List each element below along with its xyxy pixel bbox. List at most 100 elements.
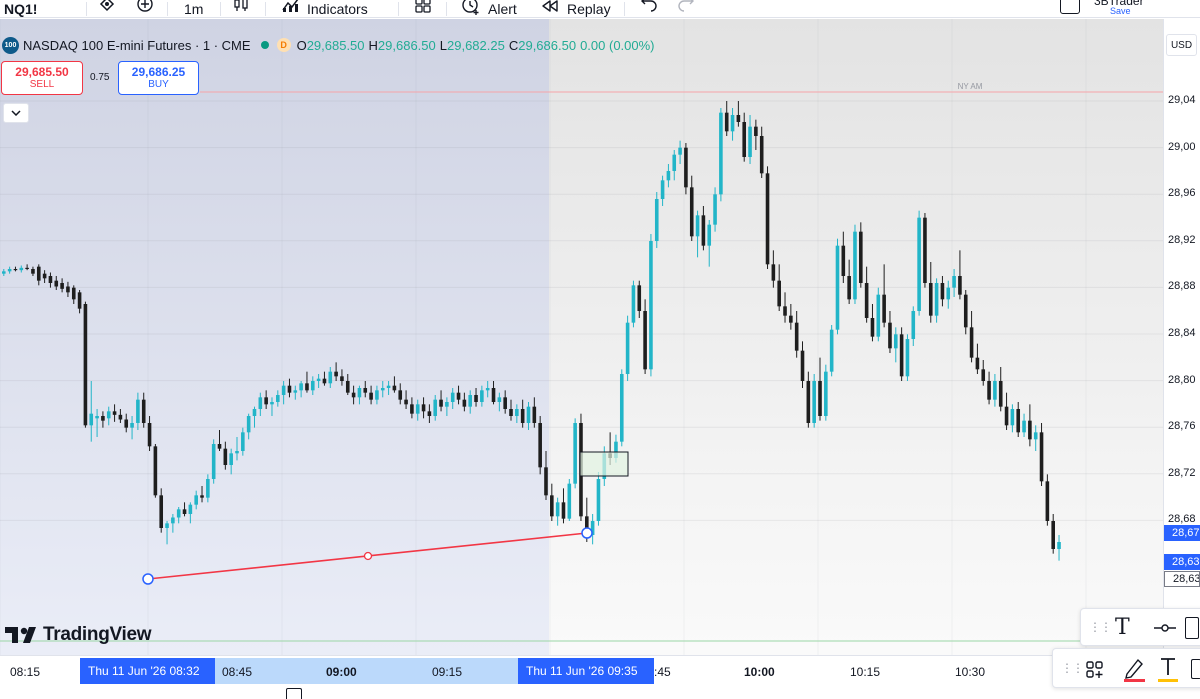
add-symbol-icon[interactable]: [136, 0, 154, 17]
candle-body: [141, 399, 146, 423]
candle-body: [176, 509, 181, 518]
drag-handle-icon[interactable]: ⋮⋮: [1089, 620, 1112, 634]
delayed-data-badge[interactable]: D: [276, 38, 291, 52]
chart-pane[interactable]: NY AM: [0, 19, 1200, 655]
candle-body: [923, 217, 927, 283]
trend-line-start-handle[interactable]: [142, 573, 154, 585]
time-tick-label: 08:15: [10, 665, 41, 679]
candle-body: [299, 383, 303, 391]
candle-body: [77, 292, 82, 309]
candle-body: [794, 322, 799, 351]
calendar-icon[interactable]: [286, 688, 302, 699]
change-value: 0.00 (0.00%): [580, 37, 655, 53]
candle-body: [433, 399, 438, 416]
candle-body: [812, 381, 816, 423]
close-value: 29,686.50: [518, 37, 577, 53]
candle-body: [468, 395, 472, 407]
candle-body: [1028, 420, 1032, 440]
pencil-color-icon[interactable]: [1123, 656, 1145, 682]
undo-icon[interactable]: [640, 0, 658, 17]
currency-button[interactable]: USD: [1166, 34, 1197, 56]
replay-button[interactable]: Replay: [567, 0, 611, 17]
alert-button[interactable]: Alert: [488, 0, 517, 17]
sell-button[interactable]: 29,685.50 SELL: [1, 61, 83, 95]
interval-button[interactable]: 1m: [184, 0, 203, 17]
candle-body: [684, 147, 688, 188]
candle-body: [153, 446, 158, 496]
candle-body: [748, 126, 752, 157]
layout-icon[interactable]: [1060, 0, 1080, 14]
candle-body: [806, 381, 811, 423]
toolbar-divider: [86, 2, 87, 16]
candles-icon[interactable]: [232, 0, 250, 17]
candle-body: [771, 264, 776, 281]
font-size-icon[interactable]: [1191, 659, 1200, 679]
candle-body: [60, 283, 64, 289]
redo-icon[interactable]: [677, 0, 695, 17]
candle-body: [596, 479, 601, 521]
candle-body: [258, 397, 263, 409]
indicators-icon[interactable]: [281, 0, 301, 17]
candle-body: [124, 419, 129, 428]
candle-body: [136, 399, 140, 423]
open-value: 29,685.50: [306, 37, 365, 53]
candle-body: [719, 112, 723, 195]
save-button[interactable]: Save: [1110, 6, 1131, 16]
drag-handle-icon[interactable]: ⋮⋮: [1061, 661, 1084, 675]
trend-line-midpoint-handle[interactable]: [363, 551, 373, 561]
high-value: 29,686.50: [377, 37, 436, 53]
candle-body: [666, 171, 671, 181]
trend-line-tool-icon[interactable]: [1153, 621, 1177, 635]
candle-body: [421, 404, 426, 412]
candle-body: [71, 287, 76, 300]
candle-body: [485, 388, 490, 391]
candle-body: [194, 495, 198, 505]
candle-body: [398, 390, 403, 400]
rectangle-drawing[interactable]: [579, 451, 629, 477]
candle-body: [42, 273, 47, 279]
candle-body: [439, 399, 443, 407]
candle-body: [893, 334, 898, 349]
candle-body: [392, 385, 397, 391]
candle-body: [1004, 406, 1009, 426]
candle-body: [66, 286, 70, 293]
candle-body: [118, 414, 123, 420]
candle-body: [83, 304, 88, 426]
trend-line-end-handle[interactable]: [581, 527, 593, 539]
candle-body: [981, 369, 986, 381]
candle-body: [13, 269, 18, 271]
bottom-panel: [0, 686, 1200, 699]
tradingview-logo[interactable]: TradingView: [5, 624, 152, 646]
candle-body: [853, 231, 857, 300]
collapse-legend-button[interactable]: [3, 103, 29, 123]
symbol-search[interactable]: NQ1!: [4, 0, 37, 17]
time-axis[interactable]: 08:15 08:45 09:00 09:15:45 10:00 10:15 10:30 T…: [0, 655, 1163, 685]
candle-body: [689, 187, 694, 237]
text-color-icon[interactable]: [1158, 656, 1178, 682]
buy-button[interactable]: 29,686.25 BUY: [118, 61, 199, 95]
candle-body: [182, 509, 187, 514]
candle-body: [462, 399, 467, 407]
candle-body: [975, 357, 980, 370]
more-tools-icon[interactable]: [1185, 617, 1199, 639]
layouts-icon[interactable]: [414, 0, 432, 17]
symbol-badge: 100: [2, 36, 19, 54]
alert-icon[interactable]: [461, 0, 481, 17]
session-label: NY AM: [958, 82, 983, 91]
candle-body: [19, 267, 24, 271]
object-tree-icon[interactable]: [1085, 660, 1105, 680]
candle-body: [520, 409, 525, 423]
symbol-title[interactable]: NASDAQ 100 E-mini Futures · 1 · CME: [23, 38, 251, 53]
candle-body: [252, 409, 257, 416]
candle-body: [963, 294, 968, 328]
replay-icon[interactable]: [541, 0, 559, 17]
indicators-button[interactable]: Indicators: [307, 0, 368, 17]
candle-body: [625, 322, 630, 374]
candle-body: [917, 217, 921, 311]
compare-icon[interactable]: [98, 0, 116, 17]
text-tool-icon[interactable]: T: [1115, 615, 1130, 640]
price-tag-secondary: 28,63: [1164, 554, 1200, 570]
candle-body: [567, 483, 572, 519]
candle-body: [526, 406, 531, 423]
candle-body: [1022, 420, 1026, 433]
